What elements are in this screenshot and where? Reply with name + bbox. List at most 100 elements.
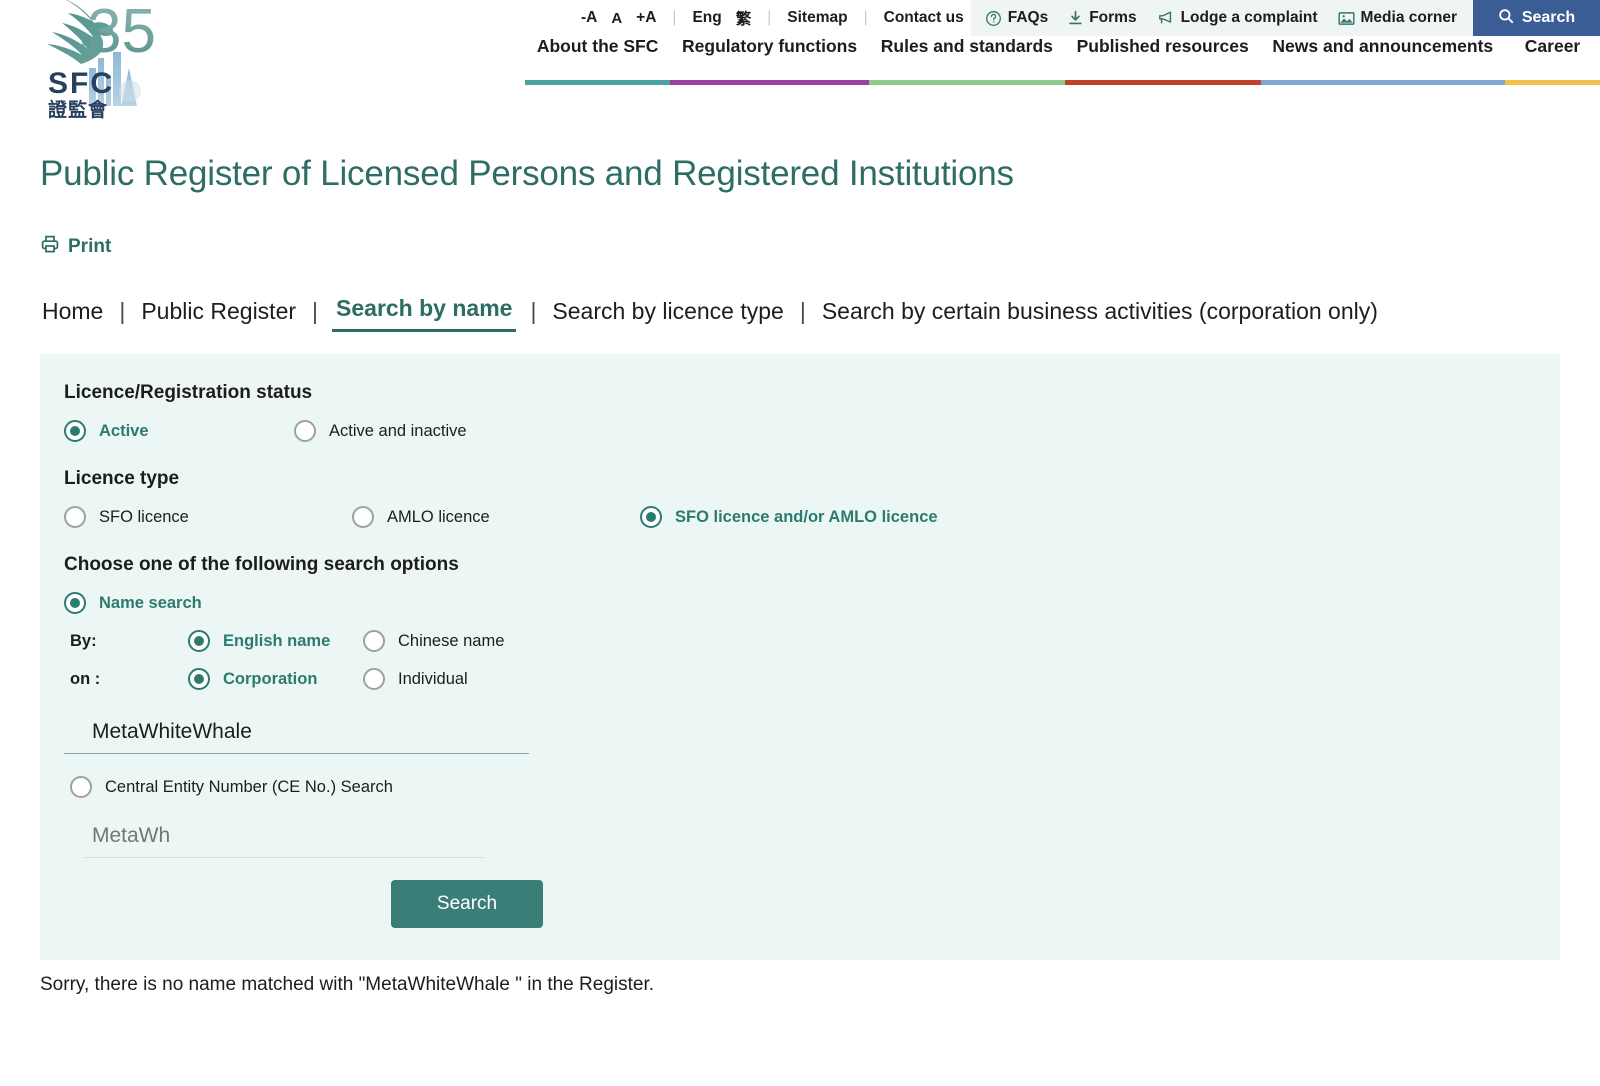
site-search-button[interactable]: Search [1473, 0, 1600, 36]
name-search-input[interactable] [64, 716, 529, 755]
tab-search-by-business-activities[interactable]: Search by certain business activities (c… [820, 298, 1380, 332]
nav-underline [525, 80, 671, 85]
font-increase-button[interactable]: +A [629, 9, 663, 27]
nav-item-news-and-announcements[interactable]: News and announcements [1260, 36, 1506, 85]
radio-indicator [64, 506, 86, 529]
tab-separator: | [119, 298, 126, 325]
divider: | [672, 9, 677, 26]
nav-label: Regulatory functions [682, 36, 858, 56]
nav-underline [1505, 80, 1600, 85]
radio-sfo-and-or-amlo-licence[interactable]: SFO licence and/or AMLO licence [640, 506, 938, 529]
tab-separator: | [530, 298, 537, 325]
nav-label: Rules and standards [880, 36, 1053, 56]
nav-underline [1260, 80, 1506, 85]
faqs-link[interactable]: FAQs [985, 9, 1048, 27]
radio-individual[interactable]: Individual [363, 668, 468, 691]
radio-indicator [294, 420, 316, 443]
breadcrumb-tabs: Home | Public Register | Search by name … [40, 295, 1560, 333]
radio-status-active[interactable]: Active [64, 420, 294, 443]
tab-public-register[interactable]: Public Register [139, 298, 298, 332]
radio-indicator [363, 668, 385, 691]
nav-item-published-resources[interactable]: Published resources [1064, 36, 1261, 85]
tab-search-by-licence-type[interactable]: Search by licence type [550, 298, 785, 332]
radio-amlo-licence[interactable]: AMLO licence [352, 506, 640, 529]
radio-corporation[interactable]: Corporation [188, 668, 363, 691]
print-label: Print [68, 236, 112, 258]
nav-item-regulatory-functions[interactable]: Regulatory functions [670, 36, 869, 85]
megaphone-icon [1157, 10, 1175, 26]
radio-status-active-and-inactive[interactable]: Active and inactive [294, 420, 467, 443]
licence-type-heading: Licence type [64, 468, 180, 490]
utility-links: -A A +A | Eng 繁 | Sitemap | Contact us [574, 0, 971, 36]
font-normal-button[interactable]: A [604, 10, 629, 27]
nav-item-career[interactable]: Career [1505, 36, 1600, 85]
tab-search-by-name[interactable]: Search by name [332, 295, 517, 333]
radio-indicator [64, 420, 86, 443]
lodge-complaint-label: Lodge a complaint [1180, 9, 1318, 26]
page-content: Public Register of Licensed Persons and … [0, 154, 1600, 996]
radio-label: Corporation [223, 669, 318, 688]
quick-links-group: FAQs Forms Lodge a complaint Media corne… [970, 0, 1473, 36]
radio-chinese-name[interactable]: Chinese name [363, 630, 505, 653]
radio-label: Central Entity Number (CE No.) Search [105, 777, 393, 796]
page-title: Public Register of Licensed Persons and … [40, 154, 1014, 193]
radio-ce-number-search[interactable]: Central Entity Number (CE No.) Search [70, 776, 393, 799]
language-english-link[interactable]: Eng [685, 9, 728, 27]
printer-icon [40, 234, 60, 260]
nav-label: About the SFC [536, 36, 659, 56]
ce-number-input[interactable] [84, 820, 484, 859]
radio-label: Chinese name [398, 631, 505, 650]
forms-link[interactable]: Forms [1068, 9, 1137, 27]
forms-label: Forms [1089, 9, 1137, 26]
radio-indicator [64, 592, 86, 615]
radio-label: SFO licence and/or AMLO licence [675, 507, 938, 526]
radio-label: Name search [99, 593, 202, 612]
radio-indicator [640, 506, 662, 529]
nav-item-about-the-sfc[interactable]: About the SFC [525, 36, 671, 85]
on-prefix-label: on : [70, 669, 101, 688]
search-result-message: Sorry, there is no name matched with "Me… [40, 974, 655, 996]
nav-underline [868, 80, 1065, 85]
submit-row: Search [64, 880, 1560, 929]
search-submit-button[interactable]: Search [390, 880, 544, 929]
main-nav-items: About the SFC Regulatory functions Rules… [525, 36, 1600, 85]
divider: | [863, 9, 868, 26]
main-navigation: About the SFC Regulatory functions Rules… [0, 36, 1600, 102]
nav-item-rules-and-standards[interactable]: Rules and standards [868, 36, 1065, 85]
tab-home[interactable]: Home [40, 298, 105, 332]
tab-separator: | [312, 298, 319, 325]
radio-indicator [188, 668, 210, 691]
image-icon [1338, 11, 1355, 26]
contact-us-link[interactable]: Contact us [877, 9, 971, 27]
radio-sfo-licence[interactable]: SFO licence [64, 506, 352, 529]
font-decrease-button[interactable]: -A [574, 9, 604, 27]
search-form-panel: Licence/Registration status Active Activ… [40, 354, 1560, 961]
language-chinese-link[interactable]: 繁 [729, 7, 759, 29]
site-search-label: Search [1521, 9, 1576, 26]
radio-label: Active and inactive [329, 421, 467, 440]
nav-label: Published resources [1076, 36, 1249, 56]
radio-label: AMLO licence [387, 507, 490, 526]
licence-type-group: SFO licence AMLO licence SFO licence and… [64, 506, 1560, 529]
radio-name-search[interactable]: Name search [64, 592, 202, 615]
radio-indicator [188, 630, 210, 653]
media-corner-link[interactable]: Media corner [1338, 9, 1457, 27]
media-corner-label: Media corner [1360, 9, 1457, 26]
tab-separator: | [799, 298, 806, 325]
name-on-row: on : Corporation Individual [64, 668, 1560, 691]
nav-label: News and announcements [1272, 36, 1494, 56]
search-icon [1498, 8, 1514, 29]
radio-indicator [363, 630, 385, 653]
print-button[interactable]: Print [40, 234, 111, 260]
radio-indicator [70, 776, 92, 799]
lodge-complaint-link[interactable]: Lodge a complaint [1157, 9, 1318, 27]
ce-search-group: Central Entity Number (CE No.) Search [64, 776, 1560, 799]
radio-indicator [352, 506, 374, 529]
divider: | [767, 9, 772, 26]
name-search-group: Name search [64, 592, 1560, 615]
by-prefix-label: By: [70, 631, 97, 650]
sitemap-link[interactable]: Sitemap [780, 9, 854, 27]
radio-english-name[interactable]: English name [188, 630, 363, 653]
nav-label: Career [1524, 36, 1581, 56]
faqs-label: FAQs [1007, 9, 1049, 26]
